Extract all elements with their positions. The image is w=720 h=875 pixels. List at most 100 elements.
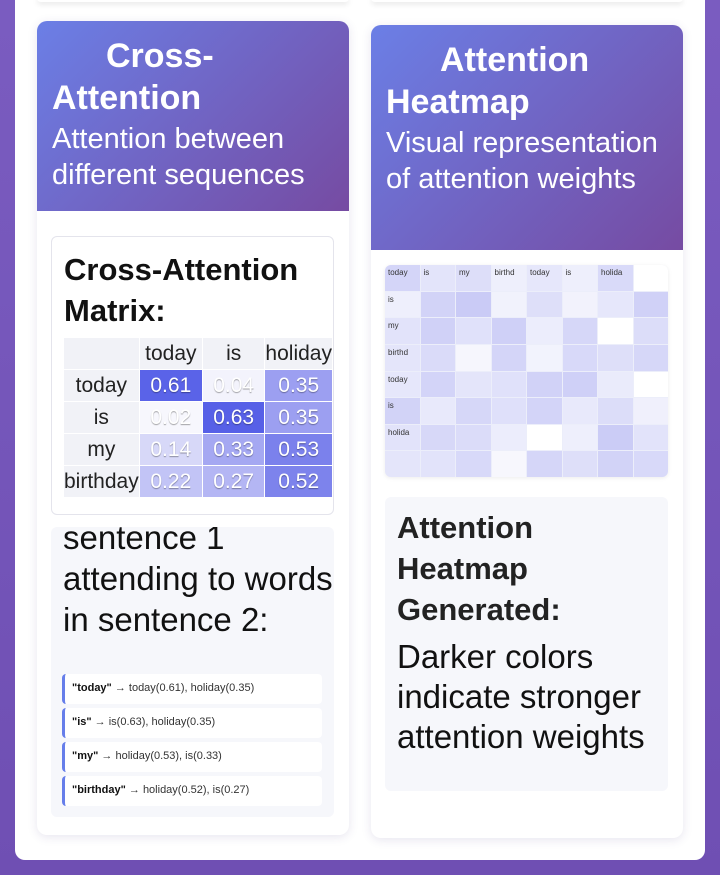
heatmap-cell (527, 344, 562, 371)
word-attention-values: → is(0.63), holiday(0.35) (91, 716, 216, 728)
heatmap-cell (491, 344, 526, 371)
heatmap-cell (491, 371, 526, 398)
matrix-cell: 0.04 (201, 369, 266, 402)
heatmap-cell (420, 451, 455, 477)
heatmap-label: today (385, 371, 420, 398)
word-attention-values: → holiday(0.52), is(0.27) (125, 784, 250, 796)
heatmap-label (633, 265, 668, 291)
matrix-col-header: holiday (264, 337, 333, 370)
heatmap-cell (491, 291, 526, 318)
heatmap-header: Attention Heatmap Visual representation … (371, 25, 683, 250)
heatmap-cell (456, 344, 491, 371)
heatmap-label (385, 451, 420, 477)
heatmap-cell (633, 451, 668, 477)
heatmap-cell (527, 318, 562, 344)
heatmap-cell (598, 291, 633, 318)
word-label: "is" (72, 716, 92, 728)
heatmap-cell (633, 318, 668, 344)
heatmap-cell (598, 344, 633, 371)
heatmap-label: today (527, 265, 562, 291)
heatmap-cell (527, 451, 562, 477)
cross-attention-card: Cross-Attention Attention between differ… (37, 21, 349, 835)
matrix-row-header: my (63, 433, 140, 466)
heatmap-label: is (420, 265, 455, 291)
matrix-row-header: birthday (63, 465, 140, 498)
matrix-cell: 0.22 (138, 465, 203, 498)
matrix-corner (63, 337, 140, 370)
heatmap-label: holida (598, 265, 633, 291)
heatmap-label: my (385, 318, 420, 344)
heatmap-cell (527, 371, 562, 398)
heatmap-cell (527, 398, 562, 424)
heatmap-cell (527, 291, 562, 318)
word-label: "today" (72, 682, 112, 694)
word-attention-list: sentence 1 attending to words in sentenc… (51, 527, 334, 817)
heatmap-cell (491, 318, 526, 344)
heatmap-cell (491, 398, 526, 424)
heatmap-cell (562, 344, 597, 371)
heatmap-cell (420, 291, 455, 318)
matrix-row-header: today (63, 369, 140, 402)
card-subtitle: Attention between different sequences (52, 123, 305, 191)
matrix-title: Cross-Attention Matrix: (64, 252, 299, 328)
heatmap-cell (598, 451, 633, 477)
heatmap-cell (420, 318, 455, 344)
matrix-box: Cross-Attention Matrix: today is holiday… (51, 236, 334, 515)
card-subtitle: Visual representation of attention weigh… (386, 127, 658, 195)
heatmap-cell (598, 398, 633, 424)
heatmap-cell (598, 371, 633, 398)
matrix-row-header: is (63, 401, 140, 434)
matrix-col-header: today (138, 337, 203, 370)
heatmap-cell (633, 424, 668, 451)
heatmap-cell (562, 371, 597, 398)
matrix-cell: 0.33 (201, 433, 266, 466)
heatmap-cell (562, 318, 597, 344)
card-title: Cross-Attention (52, 37, 214, 117)
word-label: "my" (72, 750, 99, 762)
heatmap-cell (456, 424, 491, 451)
matrix-cell: 0.35 (264, 369, 333, 402)
list-item: "my" → holiday(0.53), is(0.33) (62, 742, 322, 772)
heatmap-cell (491, 424, 526, 451)
heatmap-cell (562, 424, 597, 451)
attention-heatmap-card: Attention Heatmap Visual representation … (371, 25, 683, 838)
word-list-heading: sentence 1 attending to words in sentenc… (63, 527, 333, 638)
card-title: Attention Heatmap (386, 41, 590, 121)
heatmap-label: is (385, 291, 420, 318)
matrix-cell: 0.02 (138, 401, 203, 434)
matrix-cell: 0.61 (138, 369, 203, 402)
matrix-cell: 0.63 (201, 401, 266, 434)
attention-heatmap: today is my birthd today is holida is my (385, 265, 668, 477)
heatmap-cell (420, 371, 455, 398)
heatmap-cell (456, 318, 491, 344)
heatmap-cell (598, 318, 633, 344)
matrix-cell: 0.14 (138, 433, 203, 466)
matrix-cell: 0.35 (264, 401, 333, 434)
result-title: Attention Heatmap Generated: (397, 510, 561, 627)
heatmap-label: is (385, 398, 420, 424)
attention-matrix: today is holiday today 0.61 0.04 0.35 is… (63, 337, 333, 498)
heatmap-cell (562, 398, 597, 424)
heatmap-cell (562, 451, 597, 477)
heatmap-cell (456, 451, 491, 477)
heatmap-cell (456, 291, 491, 318)
list-item: "today" → today(0.61), holiday(0.35) (62, 674, 322, 704)
result-text: Darker colors indicate stronger attentio… (397, 638, 645, 755)
previous-card-right (371, 0, 683, 2)
word-attention-values: → today(0.61), holiday(0.35) (111, 682, 255, 694)
heatmap-cell (420, 398, 455, 424)
word-attention-values: → holiday(0.53), is(0.33) (98, 750, 222, 762)
heatmap-label: today (385, 265, 420, 291)
heatmap-cell (633, 398, 668, 424)
heatmap-result-box: Attention Heatmap Generated: Darker colo… (385, 497, 668, 791)
heatmap-cell (633, 291, 668, 318)
heatmap-label: holida (385, 424, 420, 451)
heatmap-cell (456, 398, 491, 424)
heatmap-cell (420, 344, 455, 371)
heatmap-cell (562, 291, 597, 318)
heatmap-label: my (456, 265, 491, 291)
matrix-cell: 0.27 (201, 465, 266, 498)
cross-attention-header: Cross-Attention Attention between differ… (37, 21, 349, 211)
heatmap-cell (598, 424, 633, 451)
heatmap-label: birthd (491, 265, 526, 291)
